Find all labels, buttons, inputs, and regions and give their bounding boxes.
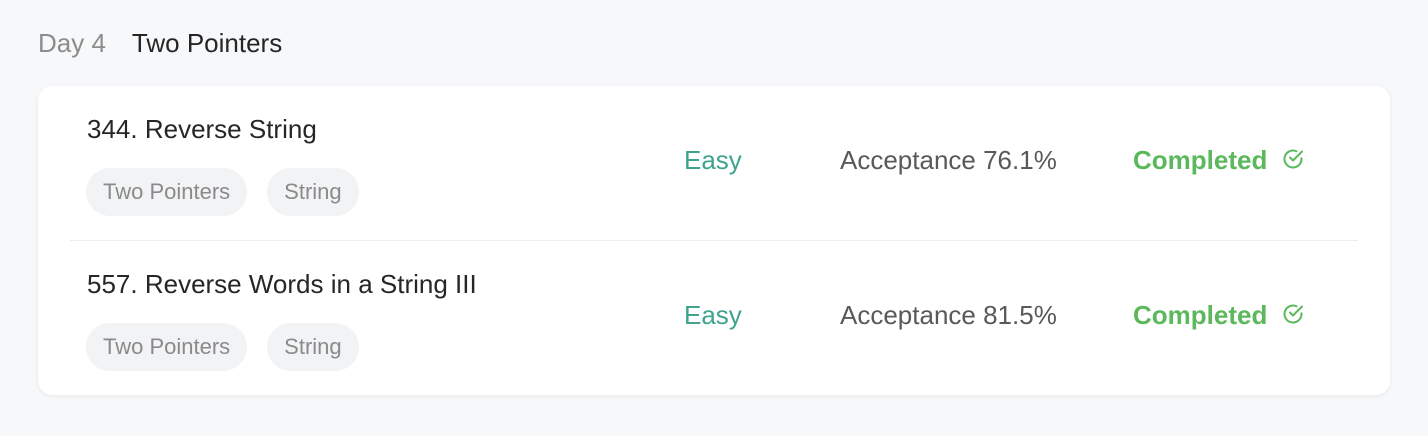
difficulty-label: Easy xyxy=(684,145,742,175)
problem-title[interactable]: 557. Reverse Words in a String III xyxy=(87,269,477,300)
section-title: Two Pointers xyxy=(131,27,283,58)
status-label: Completed xyxy=(1133,300,1268,330)
status-completed: Completed xyxy=(1133,145,1305,176)
check-circle-icon xyxy=(1281,147,1305,171)
status-label: Completed xyxy=(1133,145,1268,175)
tag-chip[interactable]: Two Pointers xyxy=(86,168,248,216)
section-header: Day 4 Two Pointers xyxy=(38,22,282,64)
problem-title[interactable]: 344. Reverse String xyxy=(87,114,317,145)
tag-chip[interactable]: String xyxy=(267,323,359,371)
day-label: Day 4 xyxy=(38,27,106,58)
problem-row[interactable]: 344. Reverse String Two Pointers String … xyxy=(38,86,1390,240)
difficulty-label: Easy xyxy=(684,300,742,330)
problem-list-card: 344. Reverse String Two Pointers String … xyxy=(38,86,1390,395)
check-circle-icon xyxy=(1281,302,1305,326)
tag-chip[interactable]: Two Pointers xyxy=(86,323,248,371)
tag-chip[interactable]: String xyxy=(267,168,359,216)
tag-list: Two Pointers String xyxy=(86,323,359,371)
problem-row[interactable]: 557. Reverse Words in a String III Two P… xyxy=(38,241,1390,395)
acceptance-rate: Acceptance 76.1% xyxy=(840,145,1057,175)
status-completed: Completed xyxy=(1133,300,1305,331)
tag-list: Two Pointers String xyxy=(86,168,359,216)
acceptance-rate: Acceptance 81.5% xyxy=(840,300,1057,330)
